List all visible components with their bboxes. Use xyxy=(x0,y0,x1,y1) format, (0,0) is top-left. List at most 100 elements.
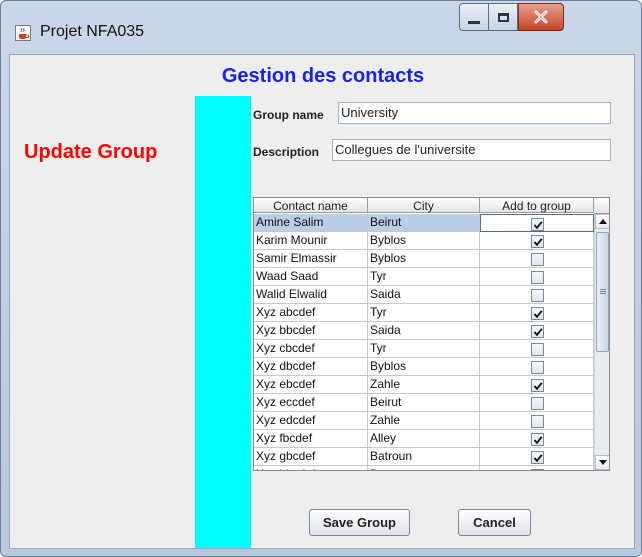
city-cell[interactable]: Beirut xyxy=(368,214,480,232)
column-header-city[interactable]: City xyxy=(368,198,480,213)
maximize-button[interactable] xyxy=(489,3,518,31)
contact-name-cell[interactable]: Karim Mounir xyxy=(254,232,368,250)
contact-name-cell[interactable]: Walid Elwalid xyxy=(254,286,368,304)
contact-name-cell[interactable]: Xyz hbcdef xyxy=(254,466,368,470)
add-to-group-cell[interactable] xyxy=(480,394,594,412)
table-row[interactable]: Xyz ebcdef Zahle xyxy=(254,376,594,394)
arrow-up-icon xyxy=(599,219,607,224)
column-header-add-to-group[interactable]: Add to group xyxy=(480,198,594,213)
title-bar[interactable]: Projet NFA035 xyxy=(1,1,641,53)
add-to-group-cell[interactable] xyxy=(480,250,594,268)
add-to-group-cell[interactable] xyxy=(480,214,594,232)
add-to-group-checkbox[interactable] xyxy=(530,451,544,464)
add-to-group-cell[interactable] xyxy=(480,232,594,250)
add-to-group-checkbox[interactable] xyxy=(530,307,544,320)
minimize-button[interactable] xyxy=(459,3,489,31)
contact-name-cell[interactable]: Xyz fbcdef xyxy=(254,430,368,448)
city-cell[interactable]: Byblos xyxy=(368,250,480,268)
close-button[interactable] xyxy=(518,3,564,31)
city-cell[interactable]: Beirut xyxy=(368,394,480,412)
table-body: Amine Salim Beirut Karim Mounir Byblos Samir… xyxy=(254,214,594,470)
city-cell[interactable]: Saida xyxy=(368,322,480,340)
city-cell[interactable]: Byblos xyxy=(368,232,480,250)
contact-name-cell[interactable]: Xyz bbcdef xyxy=(254,322,368,340)
group-name-field[interactable]: University xyxy=(338,102,611,124)
add-to-group-checkbox[interactable] xyxy=(530,361,544,374)
add-to-group-cell[interactable] xyxy=(480,340,594,358)
checkmark-icon xyxy=(533,221,543,230)
table-row[interactable]: Xyz bbcdef Saida xyxy=(254,322,594,340)
contact-name-cell[interactable]: Waad Saad xyxy=(254,268,368,286)
scroll-down-button[interactable] xyxy=(595,455,609,470)
table-row[interactable]: Amine Salim Beirut xyxy=(254,214,594,232)
app-window: Projet NFA035 Gestion des contacts Updat… xyxy=(0,0,642,557)
scroll-up-button[interactable] xyxy=(595,214,609,229)
add-to-group-checkbox[interactable] xyxy=(530,235,544,248)
contacts-table[interactable]: Contact name City Add to group Amine Sal… xyxy=(253,197,610,471)
contact-name-cell[interactable]: Xyz abcdef xyxy=(254,304,368,322)
contact-name-cell[interactable]: Xyz ebcdef xyxy=(254,376,368,394)
city-cell[interactable]: Batroun xyxy=(368,466,480,470)
add-to-group-cell[interactable] xyxy=(480,448,594,466)
table-row[interactable]: Walid Elwalid Saida xyxy=(254,286,594,304)
vertical-scrollbar[interactable] xyxy=(594,214,609,470)
contact-name-cell[interactable]: Xyz dbcdef xyxy=(254,358,368,376)
city-cell[interactable]: Tyr xyxy=(368,268,480,286)
add-to-group-cell[interactable] xyxy=(480,268,594,286)
table-row[interactable]: Xyz edcdef Zahle xyxy=(254,412,594,430)
table-row[interactable]: Waad Saad Tyr xyxy=(254,268,594,286)
city-cell[interactable]: Tyr xyxy=(368,304,480,322)
add-to-group-checkbox[interactable] xyxy=(530,271,544,284)
city-cell[interactable]: Alley xyxy=(368,430,480,448)
table-row[interactable]: Samir Elmassir Byblos xyxy=(254,250,594,268)
add-to-group-checkbox[interactable] xyxy=(530,379,544,392)
scrollbar-thumb[interactable] xyxy=(596,232,609,352)
table-row[interactable]: Karim Mounir Byblos xyxy=(254,232,594,250)
city-cell[interactable]: Zahle xyxy=(368,376,480,394)
add-to-group-cell[interactable] xyxy=(480,376,594,394)
contact-name-cell[interactable]: Samir Elmassir xyxy=(254,250,368,268)
table-row[interactable]: Xyz gbcdef Batroun xyxy=(254,448,594,466)
add-to-group-cell[interactable] xyxy=(480,304,594,322)
table-row[interactable]: Xyz fbcdef Alley xyxy=(254,430,594,448)
description-label: Description xyxy=(253,145,320,159)
add-to-group-cell[interactable] xyxy=(480,358,594,376)
contact-name-cell[interactable]: Xyz eccdef xyxy=(254,394,368,412)
add-to-group-cell[interactable] xyxy=(480,430,594,448)
table-row[interactable]: Xyz abcdef Tyr xyxy=(254,304,594,322)
add-to-group-checkbox[interactable] xyxy=(530,469,544,470)
cancel-button[interactable]: Cancel xyxy=(458,509,531,536)
add-to-group-cell[interactable] xyxy=(480,322,594,340)
checkmark-icon xyxy=(533,328,543,337)
close-icon xyxy=(534,10,548,24)
add-to-group-checkbox[interactable] xyxy=(531,218,544,231)
table-row[interactable]: Xyz cbcdef Tyr xyxy=(254,340,594,358)
table-row[interactable]: Xyz eccdef Beirut xyxy=(254,394,594,412)
add-to-group-checkbox[interactable] xyxy=(530,397,544,410)
add-to-group-checkbox[interactable] xyxy=(530,433,544,446)
add-to-group-checkbox[interactable] xyxy=(530,415,544,428)
city-cell[interactable]: Saida xyxy=(368,286,480,304)
city-cell[interactable]: Zahle xyxy=(368,412,480,430)
checkmark-icon xyxy=(533,310,543,319)
table-row[interactable]: Xyz dbcdef Byblos xyxy=(254,358,594,376)
table-row[interactable]: Xyz hbcdefBatroun xyxy=(254,466,594,470)
add-to-group-checkbox[interactable] xyxy=(530,289,544,302)
accent-bar xyxy=(195,96,251,548)
contact-name-cell[interactable]: Xyz gbcdef xyxy=(254,448,368,466)
contact-name-cell[interactable]: Xyz edcdef xyxy=(254,412,368,430)
save-group-button[interactable]: Save Group xyxy=(309,509,410,536)
add-to-group-checkbox[interactable] xyxy=(530,253,544,266)
add-to-group-checkbox[interactable] xyxy=(530,325,544,338)
add-to-group-cell[interactable] xyxy=(480,466,594,470)
add-to-group-cell[interactable] xyxy=(480,286,594,304)
contact-name-cell[interactable]: Xyz cbcdef xyxy=(254,340,368,358)
add-to-group-cell[interactable] xyxy=(480,412,594,430)
contact-name-cell[interactable]: Amine Salim xyxy=(254,214,368,232)
city-cell[interactable]: Batroun xyxy=(368,448,480,466)
city-cell[interactable]: Tyr xyxy=(368,340,480,358)
add-to-group-checkbox[interactable] xyxy=(530,343,544,356)
column-header-contact-name[interactable]: Contact name xyxy=(254,198,368,213)
description-field[interactable]: Collegues de l'universite xyxy=(332,139,611,161)
city-cell[interactable]: Byblos xyxy=(368,358,480,376)
